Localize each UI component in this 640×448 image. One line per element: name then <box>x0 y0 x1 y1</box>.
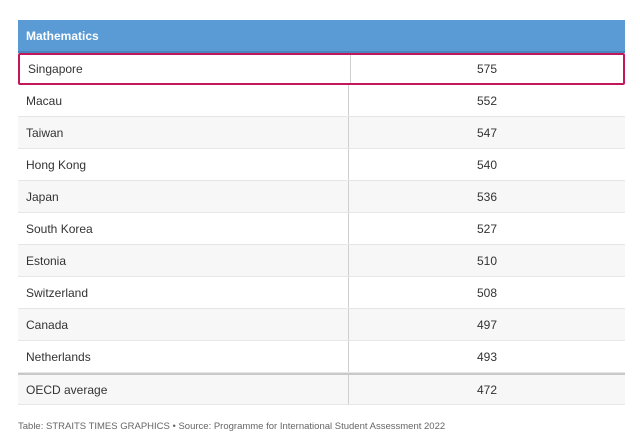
score-cell: 575 <box>476 62 498 76</box>
table-row: OECD average 472 <box>18 373 625 405</box>
table-row: Estonia 510 <box>18 245 625 277</box>
table-row: South Korea 527 <box>18 213 625 245</box>
table-row: Netherlands 493 <box>18 341 625 373</box>
score-cell: 536 <box>476 189 498 204</box>
score-cell: 508 <box>476 285 498 300</box>
table-header: Mathematics <box>18 20 625 53</box>
score-cell: 540 <box>476 157 498 172</box>
table-header-label: Mathematics <box>26 28 99 43</box>
table-row: Switzerland 508 <box>18 277 625 309</box>
score-cell: 547 <box>476 125 498 140</box>
table-caption: Table: STRAITS TIMES GRAPHICS • Source: … <box>18 421 446 432</box>
score-cell: 527 <box>476 221 498 236</box>
score-cell: 497 <box>476 317 498 332</box>
table-row: Japan 536 <box>18 181 625 213</box>
country-cell: South Korea <box>18 213 349 244</box>
country-cell: Estonia <box>18 245 349 276</box>
table-row: Macau 552 <box>18 85 625 117</box>
country-cell: OECD average <box>18 375 349 404</box>
table-row: Taiwan 547 <box>18 117 625 149</box>
country-cell: Canada <box>18 309 349 340</box>
country-cell: Japan <box>18 181 349 212</box>
country-cell: Switzerland <box>18 277 349 308</box>
score-cell: 472 <box>476 382 498 397</box>
score-cell: 510 <box>476 253 498 268</box>
table-row: Singapore 575 <box>18 53 625 85</box>
country-cell: Singapore <box>20 55 351 83</box>
table-body: Singapore 575 Macau 552 Taiwan 547 Hong Kong 54… <box>18 53 625 405</box>
country-cell: Macau <box>18 85 349 116</box>
scores-table: Mathematics Singapore 575 Macau 552 Taiwan 54… <box>18 20 625 405</box>
country-cell: Hong Kong <box>18 149 349 180</box>
score-cell: 552 <box>476 93 498 108</box>
score-cell: 493 <box>476 349 498 364</box>
country-cell: Taiwan <box>18 117 349 148</box>
table-row: Hong Kong 540 <box>18 149 625 181</box>
table-row: Canada 497 <box>18 309 625 341</box>
country-cell: Netherlands <box>18 341 349 372</box>
